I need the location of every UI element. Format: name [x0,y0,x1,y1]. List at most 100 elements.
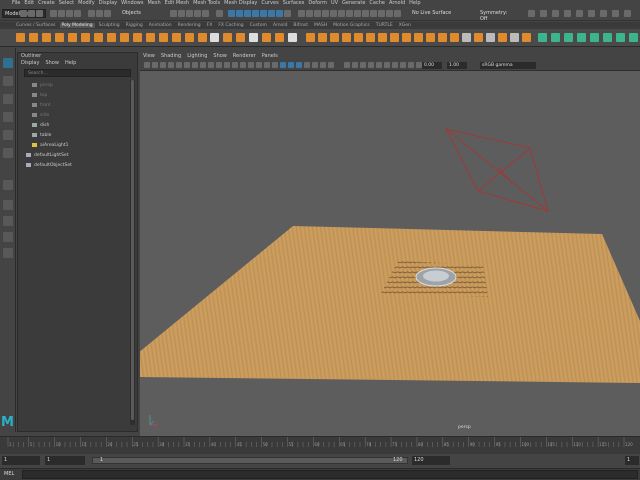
status-tool-icon[interactable] [276,10,283,17]
range-bar[interactable] [92,457,408,464]
shelf-tool-icon[interactable] [236,33,245,42]
shelf-tool-icon[interactable] [366,33,375,42]
viewport-tool-icon[interactable] [200,62,206,68]
command-input[interactable] [22,470,638,479]
viewport-tool-icon[interactable] [232,62,238,68]
shelf-tab-fx[interactable]: FX [205,23,215,28]
status-tool-icon[interactable] [378,10,385,17]
shelf-tool-icon[interactable] [288,33,297,42]
status-tool-icon[interactable] [362,10,369,17]
shelf-tool-icon[interactable] [577,33,586,42]
status-tool-icon[interactable] [354,10,361,17]
shelf-tool-icon[interactable] [629,33,638,42]
status-tool-icon[interactable] [96,10,103,17]
mel-label[interactable]: MEL [4,471,14,477]
status-tool-icon[interactable] [20,10,27,17]
shelf-tool-icon[interactable] [510,33,519,42]
shelf-tool-icon[interactable] [29,33,38,42]
status-tool-icon[interactable] [612,10,619,17]
status-tool-icon[interactable] [178,10,185,17]
shelf-tab-animation[interactable]: Animation [147,23,174,28]
shelf-tool-icon[interactable] [590,33,599,42]
viewport-tool-icon[interactable] [168,62,174,68]
viewport-tool-icon[interactable] [408,62,414,68]
status-tool-icon[interactable] [268,10,275,17]
status-tool-icon[interactable] [58,10,65,17]
table-mesh[interactable] [140,226,640,383]
outliner-item-defaultlightset[interactable]: defaultLightSet [26,150,126,160]
paint-select-tool-icon[interactable] [3,94,13,104]
shelf-tool-icon[interactable] [342,33,351,42]
shelf-tool-icon[interactable] [94,33,103,42]
viewport-tool-icon[interactable] [288,62,294,68]
shelf-tab-motion-graphics[interactable]: Motion Graphics [331,23,372,28]
playback-end-field[interactable]: 1 [625,456,639,465]
outliner-menu-show[interactable]: Show [45,60,59,67]
viewport-tool-icon[interactable] [344,62,350,68]
outliner-item-front[interactable]: front [26,100,126,110]
shelf-tool-icon[interactable] [402,33,411,42]
shelf-tool-icon[interactable] [16,33,25,42]
outliner-item-aiarealight1[interactable]: aiAreaLight1 [26,140,126,150]
status-tool-icon[interactable] [284,10,291,17]
status-tool-icon[interactable] [528,10,535,17]
outliner-menu-display[interactable]: Display [21,60,39,67]
viewport-tool-icon[interactable] [392,62,398,68]
shelf-tool-icon[interactable] [55,33,64,42]
live-surface-field[interactable]: No Live Surface [410,9,466,18]
outliner-item-defaultobjectset[interactable]: defaultObjectSet [26,160,126,170]
status-tool-icon[interactable] [540,10,547,17]
status-tool-icon[interactable] [36,10,43,17]
shelf-tool-icon[interactable] [133,33,142,42]
shelf-tool-icon[interactable] [262,33,271,42]
shelf-tab-poly-modeling[interactable]: Poly Modeling [59,23,95,28]
shelf-tool-icon[interactable] [426,33,435,42]
viewport-tool-icon[interactable] [368,62,374,68]
status-tool-icon[interactable] [252,10,259,17]
playback-start-field[interactable]: 1 [45,456,85,465]
viewport-tool-icon[interactable] [240,62,246,68]
outliner-item-dish[interactable]: dish [26,120,126,130]
status-tool-icon[interactable] [322,10,329,17]
shelf-tool-icon[interactable] [354,33,363,42]
viewport-tool-icon[interactable] [256,62,262,68]
status-tool-icon[interactable] [170,10,177,17]
viewport-tool-icon[interactable] [224,62,230,68]
viewport-tool-icon[interactable] [208,62,214,68]
viewport-menu-lighting[interactable]: Lighting [187,53,207,59]
viewport-tool-icon[interactable] [320,62,326,68]
range-end-field[interactable]: 120 [412,456,450,465]
symmetry-dropdown[interactable]: Symmetry: Off [478,9,518,22]
shelf-tool-icon[interactable] [390,33,399,42]
viewport-tool-icon[interactable] [176,62,182,68]
shelf-tool-icon[interactable] [42,33,51,42]
shelf-tool-icon[interactable] [275,33,284,42]
status-tool-icon[interactable] [186,10,193,17]
outliner-search-input[interactable]: Search... [24,69,131,77]
status-tool-icon[interactable] [306,10,313,17]
status-tool-icon[interactable] [588,10,595,17]
status-tool-icon[interactable] [104,10,111,17]
status-tool-icon[interactable] [552,10,559,17]
shelf-tool-icon[interactable] [172,33,181,42]
shelf-tab-rigging[interactable]: Rigging [124,23,145,28]
viewport-menu-renderer[interactable]: Renderer [233,53,256,59]
viewport-tool-icon[interactable] [360,62,366,68]
shelf-tool-icon[interactable] [107,33,116,42]
status-tool-icon[interactable] [202,10,209,17]
shelf-tool-icon[interactable] [120,33,129,42]
shelf-tool-icon[interactable] [450,33,459,42]
rotate-tool-icon[interactable] [3,130,13,140]
status-tool-icon[interactable] [50,10,57,17]
shelf-tool-icon[interactable] [498,33,507,42]
shelf-tab-fx-caching[interactable]: FX Caching [216,23,245,28]
viewport-tool-icon[interactable] [216,62,222,68]
shelf-tool-icon[interactable] [198,33,207,42]
status-tool-icon[interactable] [370,10,377,17]
shelf-tool-icon[interactable] [318,33,327,42]
layout-single-icon[interactable] [3,200,13,210]
shelf-tool-icon[interactable] [538,33,547,42]
viewport-tool-icon[interactable] [192,62,198,68]
status-tool-icon[interactable] [346,10,353,17]
status-tool-icon[interactable] [236,10,243,17]
